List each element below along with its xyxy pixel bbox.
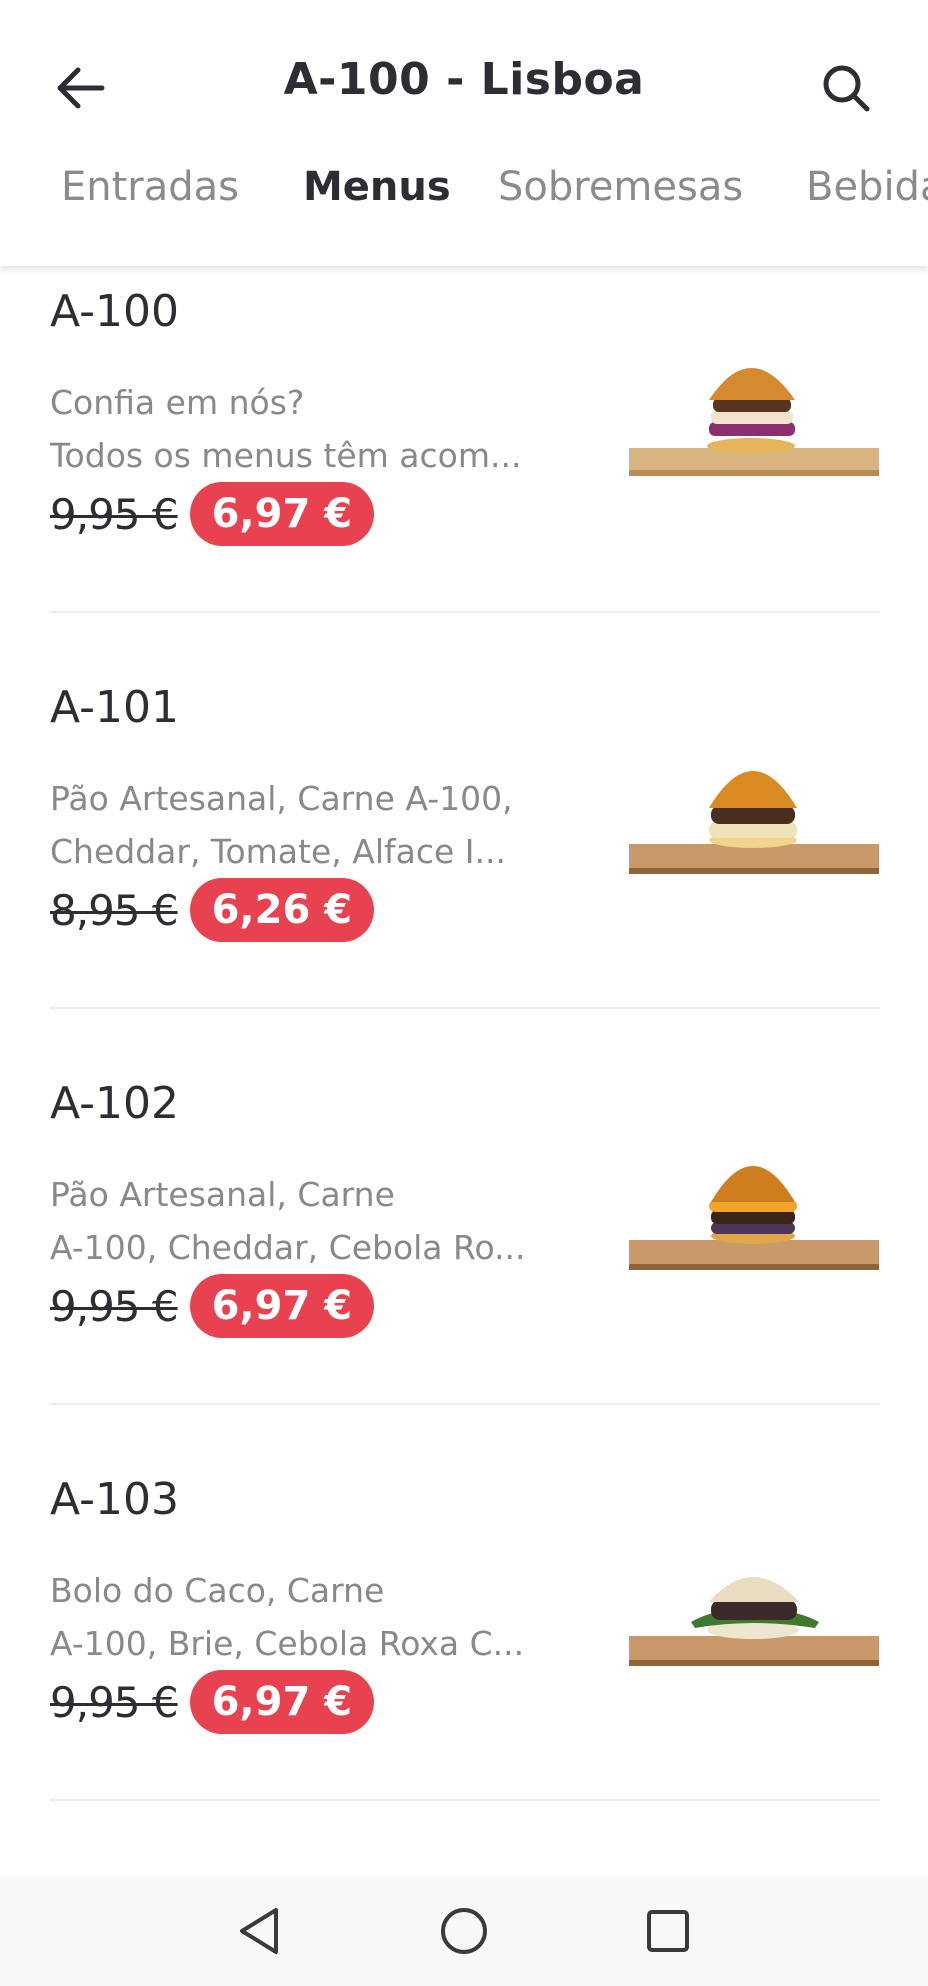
discount-price-badge: 6,97 €	[189, 1670, 375, 1734]
page-title: A-100 - Lisboa	[283, 54, 645, 105]
square-recents-icon	[647, 1910, 689, 1952]
old-price: 8,95 €	[50, 885, 179, 935]
discount-price-badge: 6,97 €	[189, 1274, 375, 1338]
item-divider	[50, 1403, 880, 1405]
old-price: 9,95 €	[50, 1281, 179, 1331]
system-navigation-bar	[0, 1876, 928, 1986]
item-description: Confia em nós? Todos os menus têm acom..…	[50, 376, 570, 482]
item-description-line: Todos os menus têm acom...	[50, 436, 522, 475]
item-description-line: Cheddar, Tomate, Alface I...	[50, 832, 506, 871]
item-name: A-100	[50, 286, 179, 337]
category-tabs: Entradas Menus Sobremesas Bebidas	[0, 160, 928, 224]
old-price: 9,95 €	[50, 489, 179, 539]
item-description-line: Pão Artesanal, Carne	[50, 1175, 395, 1214]
tab-sobremesas[interactable]: Sobremesas	[498, 164, 743, 210]
item-description: Bolo do Caco, Carne A-100, Brie, Cebola …	[50, 1564, 570, 1670]
price-row: 9,95 € 6,97 €	[50, 1274, 375, 1338]
system-back-button[interactable]	[230, 1901, 290, 1961]
menu-item-a-103[interactable]: A-103 Bolo do Caco, Carne A-100, Brie, C…	[50, 1474, 880, 1870]
tab-menus[interactable]: Menus	[303, 164, 451, 210]
item-divider	[50, 1799, 880, 1801]
burger-image	[629, 1166, 879, 1270]
search-icon	[823, 65, 870, 112]
item-description: Pão Artesanal, Carne A-100, Cheddar, Ceb…	[50, 1168, 570, 1274]
system-home-button[interactable]	[434, 1901, 494, 1961]
tab-bebidas[interactable]: Bebidas	[806, 164, 928, 210]
item-name: A-103	[50, 1474, 179, 1525]
item-description-line: A-100, Brie, Cebola Roxa C...	[50, 1624, 525, 1663]
circle-home-icon	[441, 1908, 487, 1954]
item-description-line: Pão Artesanal, Carne A-100,	[50, 779, 513, 818]
burger-image	[629, 368, 879, 476]
screen: A-100 - Lisboa Entradas Menus Sobremesas…	[0, 0, 928, 1986]
item-divider	[50, 1007, 880, 1009]
tab-entradas[interactable]: Entradas	[61, 164, 239, 210]
old-price: 9,95 €	[50, 1677, 179, 1727]
discount-price-badge: 6,97 €	[189, 482, 375, 546]
burger-image	[629, 1577, 879, 1666]
item-name: A-101	[50, 682, 179, 733]
item-description-line: Bolo do Caco, Carne	[50, 1571, 385, 1610]
discount-price-badge: 6,26 €	[189, 878, 375, 942]
menu-item-a-102[interactable]: A-102 Pão Artesanal, Carne A-100, Chedda…	[50, 1078, 880, 1474]
price-row: 9,95 € 6,97 €	[50, 1670, 375, 1734]
menu-item-a-100[interactable]: A-100 Confia em nós? Todos os menus têm …	[50, 286, 880, 682]
menu-list: A-100 Confia em nós? Todos os menus têm …	[0, 266, 928, 1876]
item-description-line: Confia em nós?	[50, 383, 305, 422]
price-row: 9,95 € 6,97 €	[50, 482, 375, 546]
price-row: 8,95 € 6,26 €	[50, 878, 375, 942]
item-description-line: A-100, Cheddar, Cebola Ro...	[50, 1228, 526, 1267]
item-description: Pão Artesanal, Carne A-100, Cheddar, Tom…	[50, 772, 570, 878]
triangle-back-icon	[240, 1908, 278, 1954]
burger-image	[629, 771, 879, 874]
menu-item-a-101[interactable]: A-101 Pão Artesanal, Carne A-100, Chedda…	[50, 682, 880, 1078]
search-button[interactable]	[814, 56, 878, 120]
item-name: A-102	[50, 1078, 179, 1129]
app-header: A-100 - Lisboa Entradas Menus Sobremesas…	[0, 0, 928, 266]
item-divider	[50, 611, 880, 613]
system-recents-button[interactable]	[638, 1901, 698, 1961]
